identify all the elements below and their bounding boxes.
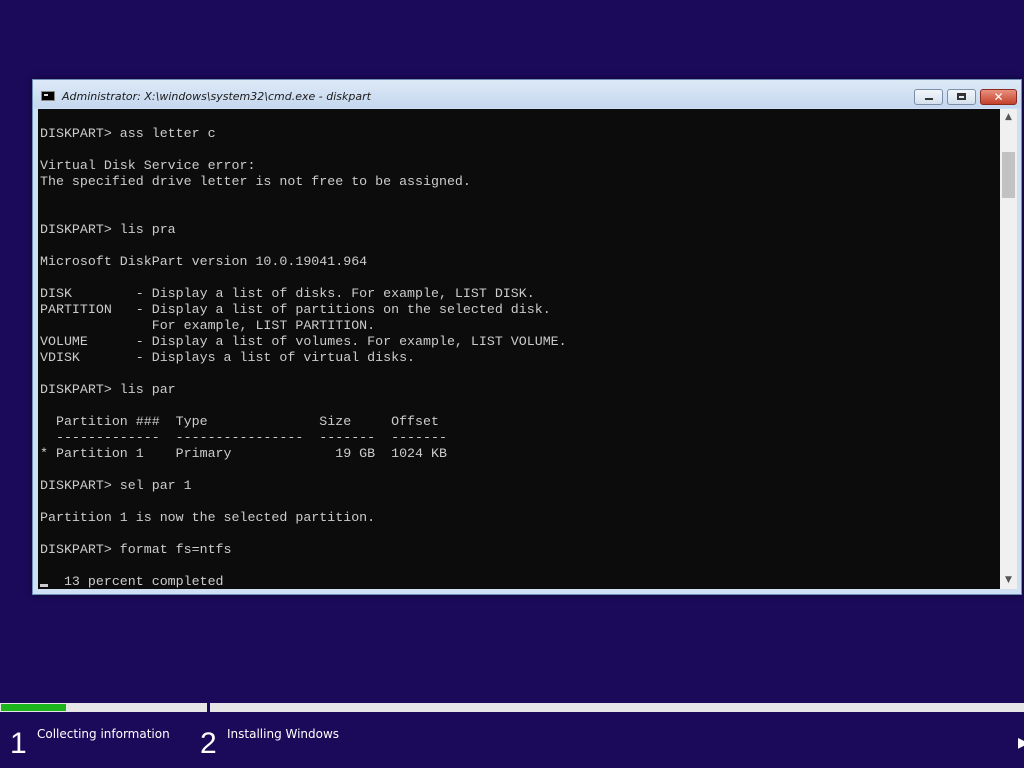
console-line: DISKPART> sel par 1 <box>40 478 192 493</box>
setup-progress-bar <box>0 703 1024 712</box>
scroll-down-arrow-icon[interactable]: ▼ <box>1000 572 1017 589</box>
console-line: DISKPART> lis pra <box>40 222 176 237</box>
progress-step-divider <box>207 703 210 713</box>
scroll-thumb[interactable] <box>1002 152 1015 198</box>
step-2-number: 2 <box>200 727 217 760</box>
console-line: DISKPART> format fs=ntfs <box>40 542 232 557</box>
console-line: Microsoft DiskPart version 10.0.19041.96… <box>40 254 368 269</box>
close-icon: ✕ <box>993 90 1004 104</box>
console-line: VDISK - Displays a list of virtual disks… <box>40 350 416 365</box>
console-line: DISKPART> ass letter c <box>40 126 216 141</box>
title-bar[interactable]: Administrator: X:\windows\system32\cmd.e… <box>33 80 1021 108</box>
console-output[interactable]: DISKPART> ass letter c Virtual Disk Servi… <box>38 109 1000 589</box>
text-cursor <box>40 584 48 587</box>
console-line: 13 percent completed <box>40 574 224 589</box>
maximize-icon <box>957 93 966 100</box>
minimize-button[interactable] <box>914 89 943 105</box>
maximize-button[interactable] <box>947 89 976 105</box>
vertical-scrollbar[interactable]: ▲ ▼ <box>1000 109 1017 589</box>
console-line: Virtual Disk Service error: <box>40 158 256 173</box>
cmd-app-icon[interactable] <box>41 91 55 101</box>
console-line: Partition ### Type Size Offset <box>40 414 439 429</box>
console-line: Partition 1 is now the selected partitio… <box>40 510 376 525</box>
step-1-number: 1 <box>10 727 27 760</box>
console-line: * Partition 1 Primary 19 GB 1024 KB <box>40 446 447 461</box>
cmd-window[interactable]: Administrator: X:\windows\system32\cmd.e… <box>32 79 1022 595</box>
step-1-label: Collecting information <box>37 727 170 741</box>
console-line: ------------- ---------------- ------- -… <box>40 430 447 445</box>
console-line: DISKPART> lis par <box>40 382 176 397</box>
console-line: PARTITION - Display a list of partitions… <box>40 302 551 317</box>
window-title: Administrator: X:\windows\system32\cmd.e… <box>62 90 371 103</box>
minimize-icon <box>925 98 933 100</box>
console-line: The specified drive letter is not free t… <box>40 174 471 189</box>
console-line: VOLUME - Display a list of volumes. For … <box>40 334 567 349</box>
step-2-label: Installing Windows <box>227 727 340 741</box>
console-text: DISKPART> ass letter c Virtual Disk Servi… <box>40 126 567 589</box>
setup-progress-fill <box>1 704 66 711</box>
console-line: For example, LIST PARTITION. <box>40 318 376 333</box>
console-line: DISK - Display a list of disks. For exam… <box>40 286 535 301</box>
close-button[interactable]: ✕ <box>980 89 1017 105</box>
corner-arrow-icon: ▶ <box>1018 735 1024 751</box>
scroll-up-arrow-icon[interactable]: ▲ <box>1000 109 1017 126</box>
